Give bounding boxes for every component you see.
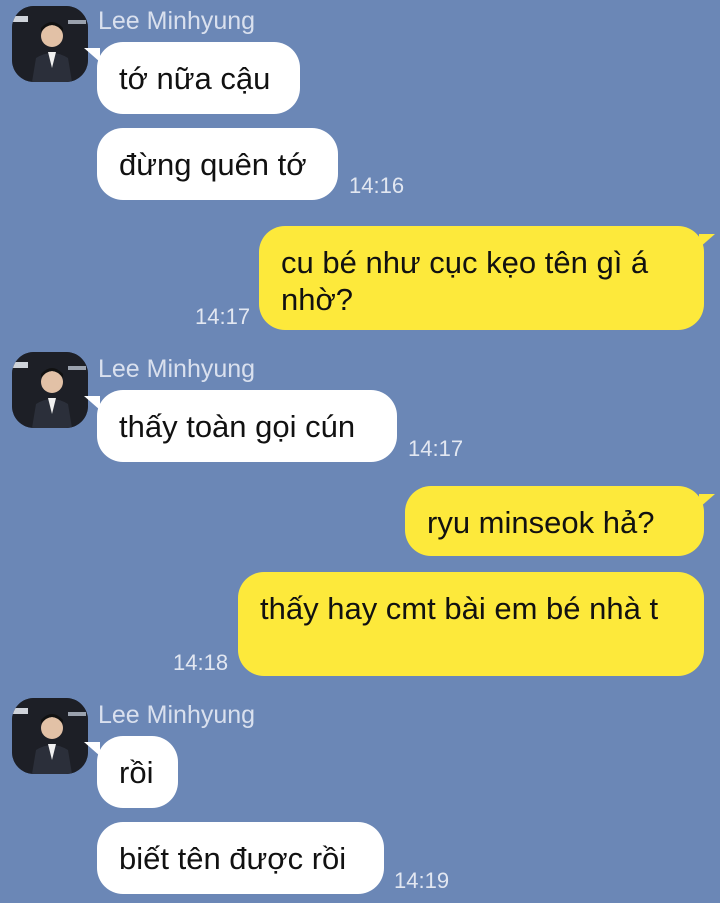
sender-name: Lee Minhyung xyxy=(98,355,256,383)
message-timestamp: 14:18 xyxy=(173,650,229,675)
avatar-photo-icon xyxy=(12,698,88,774)
message-bubble-incoming[interactable]: tớ nữa cậu xyxy=(97,42,300,114)
message-bubble-incoming[interactable]: đừng quên tớ xyxy=(97,128,338,200)
avatar[interactable] xyxy=(12,352,88,428)
avatar[interactable] xyxy=(12,698,88,774)
message-bubble-outgoing[interactable]: ryu minseok hả? xyxy=(405,486,704,556)
message-bubble-incoming[interactable]: biết tên được rồi xyxy=(97,822,384,894)
sender-name: Lee Minhyung xyxy=(98,701,256,729)
message-bubble-incoming[interactable]: rồi xyxy=(97,736,178,808)
message-bubble-outgoing[interactable]: thấy hay cmt bài em bé nhà t xyxy=(238,572,704,676)
avatar-photo-icon xyxy=(12,6,88,82)
sender-name: Lee Minhyung xyxy=(98,7,256,35)
message-bubble-outgoing[interactable]: cu bé như cục kẹo tên gì á nhờ? xyxy=(259,226,704,330)
avatar-photo-icon xyxy=(12,352,88,428)
message-timestamp: 14:16 xyxy=(349,173,405,198)
message-timestamp: 14:17 xyxy=(195,304,251,329)
avatar[interactable] xyxy=(12,6,88,82)
message-timestamp: 14:17 xyxy=(408,436,464,461)
message-timestamp: 14:19 xyxy=(394,868,450,893)
message-bubble-incoming[interactable]: thấy toàn gọi cún xyxy=(97,390,397,462)
